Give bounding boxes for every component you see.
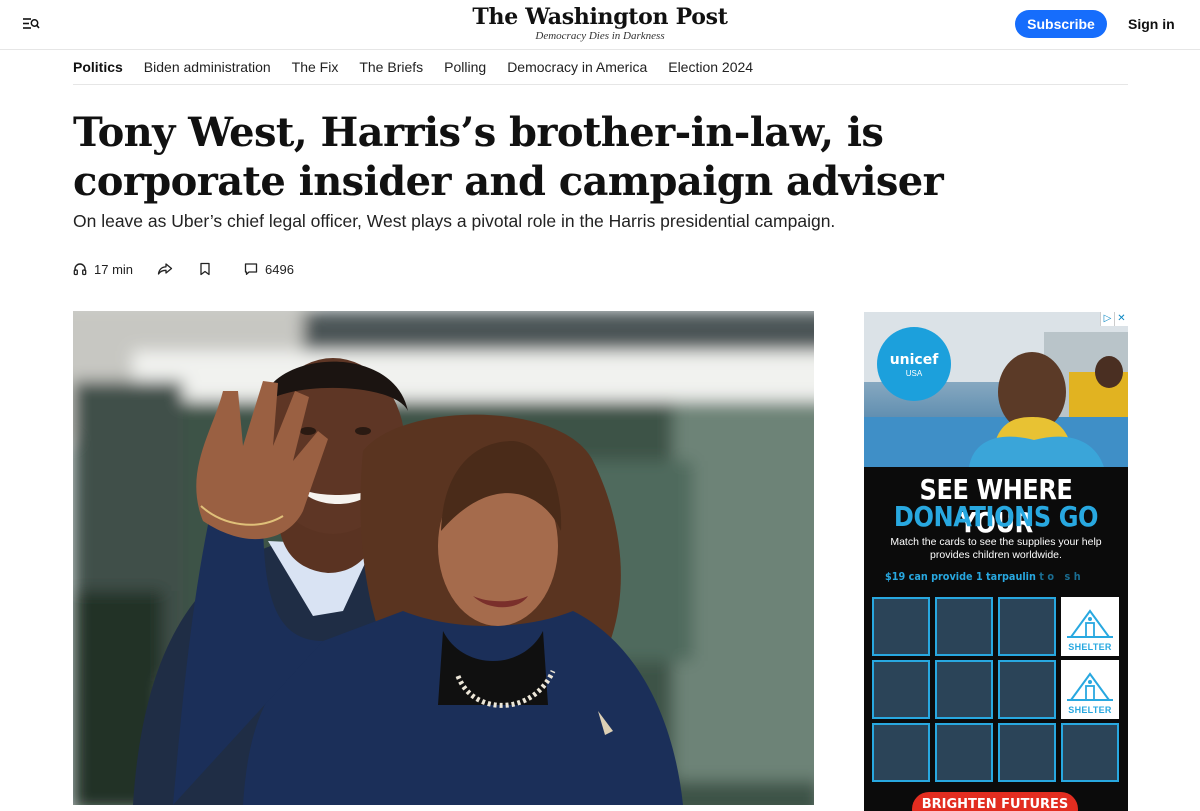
ad-card[interactable]	[998, 723, 1056, 782]
article-headline: Tony West, Harris’s brother-in-law, is c…	[73, 109, 944, 205]
unicef-usa: USA	[905, 369, 923, 378]
unicef-logo[interactable]: unicef USA	[877, 327, 951, 401]
ad-choices[interactable]: ▷ ✕	[1100, 312, 1128, 326]
subscribe-button[interactable]: Subscribe	[1015, 10, 1107, 38]
ad-card[interactable]	[935, 660, 993, 719]
comment-icon	[244, 262, 258, 276]
article-dek: On leave as Uber’s chief legal officer, …	[73, 211, 836, 231]
share-button[interactable]	[157, 262, 173, 276]
ad-card[interactable]	[998, 597, 1056, 656]
nav-item-the-fix[interactable]: The Fix	[292, 59, 339, 75]
ad-offer-fade: to sh	[1039, 570, 1085, 583]
headphones-icon	[73, 262, 87, 276]
site-logo[interactable]: The Washington Post	[472, 4, 727, 30]
ad-card-shelter[interactable]: SHELTER	[1061, 660, 1119, 719]
advertisement[interactable]: unicef USA ▷ ✕ SEE WHERE YOUR DONATIONS …	[864, 312, 1128, 811]
nav-item-politics[interactable]: Politics	[73, 59, 123, 75]
ad-body: Match the cards to see the supplies your…	[890, 536, 1102, 561]
ad-card[interactable]	[872, 597, 930, 656]
menu-search-icon[interactable]	[22, 16, 40, 32]
ad-card-shelter[interactable]: SHELTER	[1061, 597, 1119, 656]
section-nav: Politics Biden administration The Fix Th…	[73, 50, 1128, 85]
ad-card[interactable]	[998, 660, 1056, 719]
tent-icon	[1067, 672, 1113, 701]
bookmark-icon	[199, 262, 211, 276]
ad-close-icon[interactable]: ✕	[1114, 312, 1128, 326]
unicef-wordmark: unicef	[889, 352, 939, 368]
sign-in-link[interactable]: Sign in	[1128, 16, 1175, 32]
ad-cta-button[interactable]: BRIGHTEN FUTURES	[912, 792, 1078, 811]
ad-card-grid: SHELTER SHELTER	[872, 597, 1120, 782]
lead-photo[interactable]	[73, 311, 814, 805]
ad-card[interactable]	[872, 723, 930, 782]
ad-card[interactable]	[935, 723, 993, 782]
listen-time: 17 min	[94, 261, 134, 277]
ad-info-icon[interactable]: ▷	[1100, 312, 1114, 326]
listen-button[interactable]: 17 min	[73, 262, 133, 277]
comment-count: 6496	[265, 261, 294, 277]
article-tools: 17 min 6496	[73, 258, 294, 280]
comments-button[interactable]: 6496	[237, 262, 294, 277]
ad-card[interactable]	[872, 660, 930, 719]
ad-card[interactable]	[1061, 723, 1119, 782]
nav-item-polling[interactable]: Polling	[444, 59, 486, 75]
share-icon	[157, 262, 173, 276]
nav-item-the-briefs[interactable]: The Briefs	[359, 59, 423, 75]
ad-card-label: SHELTER	[1068, 642, 1112, 652]
ad-offer-text: $19 can provide 1 tarpaulin	[885, 570, 1036, 583]
ad-offer: $19 can provide 1 tarpaulin to sh	[885, 570, 1084, 583]
nav-item-democracy-in-america[interactable]: Democracy in America	[507, 59, 647, 75]
save-button[interactable]	[199, 262, 211, 276]
nav-item-election-2024[interactable]: Election 2024	[668, 59, 753, 75]
ad-card-label: SHELTER	[1068, 705, 1112, 715]
ad-card[interactable]	[935, 597, 993, 656]
ad-headline-2: DONATIONS GO	[893, 500, 1099, 533]
tent-icon	[1067, 609, 1113, 638]
site-header: The Washington Post Democracy Dies in Da…	[0, 0, 1200, 50]
nav-item-biden-administration[interactable]: Biden administration	[144, 59, 271, 75]
